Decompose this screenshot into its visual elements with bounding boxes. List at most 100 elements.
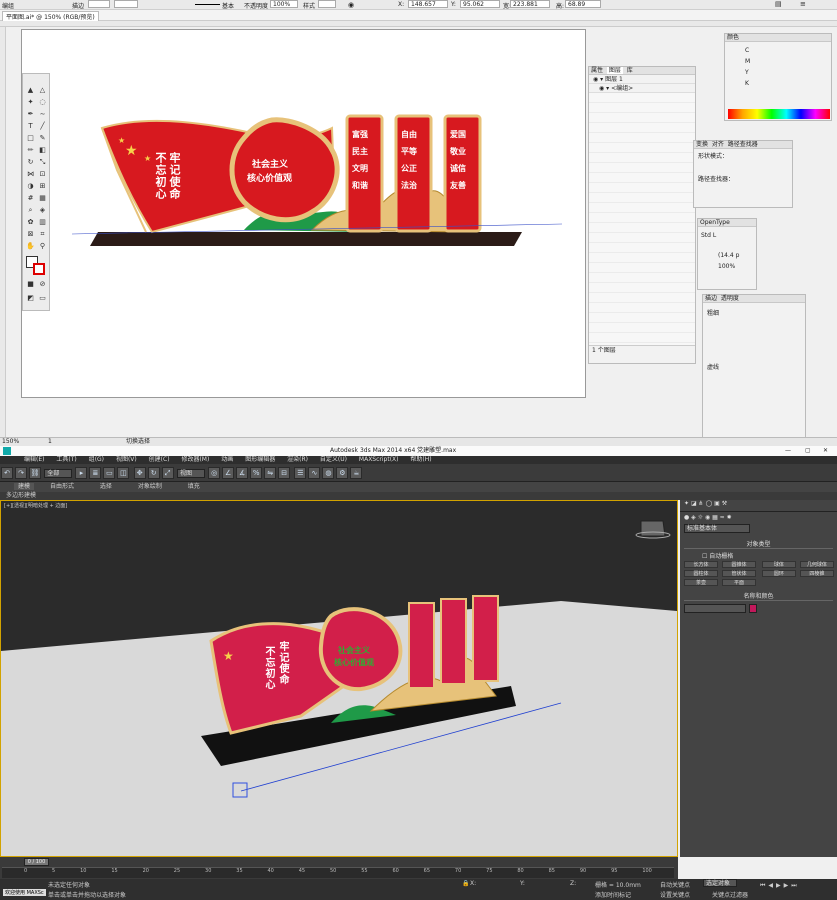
curve-editor-icon[interactable]: ∿ bbox=[308, 467, 321, 479]
pencil-icon[interactable]: ✏ bbox=[26, 146, 35, 155]
viewport-label[interactable]: [+][透视][明暗处理 + 边面] bbox=[4, 502, 67, 509]
name-color-title[interactable]: 名称和颜色 bbox=[684, 591, 833, 601]
menu-create[interactable]: 创建(C) bbox=[149, 456, 170, 464]
pivot-icon[interactable]: ◎ bbox=[208, 467, 221, 479]
material-editor-icon[interactable]: ◍ bbox=[322, 467, 335, 479]
group-row[interactable]: ◉ ▾ <编组> bbox=[589, 84, 695, 93]
opentype-tab[interactable]: OpenType bbox=[698, 219, 756, 227]
window-cross-icon[interactable]: ◫ bbox=[117, 467, 130, 479]
geosphere-button[interactable]: 几何球体 bbox=[799, 561, 834, 568]
line-icon[interactable]: ╱ bbox=[38, 122, 47, 131]
set-key-label[interactable]: 设置关键点 bbox=[660, 890, 690, 899]
select-icon[interactable]: ▸ bbox=[75, 467, 88, 479]
brush-icon[interactable]: ✎ bbox=[38, 134, 47, 143]
width-icon[interactable]: ⋈ bbox=[26, 170, 35, 179]
menu-edit[interactable]: 编辑(E) bbox=[24, 456, 44, 464]
eraser-icon[interactable]: ◧ bbox=[38, 146, 47, 155]
undo-icon[interactable]: ↶ bbox=[1, 467, 13, 479]
percent-snap-icon[interactable]: % bbox=[250, 467, 263, 479]
eyedropper-icon[interactable]: ⌕ bbox=[26, 206, 35, 215]
shape-builder-icon[interactable]: ◑ bbox=[26, 182, 35, 191]
perspective-icon[interactable]: ⊞ bbox=[38, 182, 47, 191]
menu-icon[interactable]: ≡ bbox=[800, 0, 806, 8]
dash-label[interactable]: 虚线 bbox=[703, 322, 805, 371]
tab-object-paint[interactable]: 对象绘制 bbox=[138, 483, 162, 490]
minimize-icon[interactable]: — bbox=[785, 446, 791, 456]
slice-icon[interactable]: ⌗ bbox=[38, 230, 47, 239]
opacity-field[interactable]: 100% bbox=[270, 0, 298, 8]
menu-help[interactable]: 帮助(H) bbox=[410, 456, 431, 464]
tab-align[interactable]: 对齐 bbox=[712, 141, 724, 148]
h-field[interactable]: 68.89 bbox=[565, 0, 601, 8]
symbol-icon[interactable]: ✿ bbox=[26, 218, 35, 227]
blend-icon[interactable]: ◈ bbox=[38, 206, 47, 215]
key-mode-dropdown[interactable]: 选定对象 bbox=[703, 879, 737, 887]
y-field[interactable]: 95.062 bbox=[460, 0, 500, 8]
object-type-title[interactable]: 对象类型 bbox=[684, 539, 833, 549]
move-icon[interactable]: ✥ bbox=[133, 467, 146, 479]
max-logo-icon[interactable] bbox=[3, 447, 11, 455]
tab-pathfinder[interactable]: 路径查找器 bbox=[728, 141, 758, 148]
tab-stroke[interactable]: 描边 bbox=[705, 295, 717, 302]
create-tab-icon[interactable]: ✦ bbox=[684, 500, 689, 507]
none-icon[interactable]: ⊘ bbox=[38, 280, 47, 289]
type-icon[interactable]: T bbox=[26, 122, 35, 131]
globe-icon[interactable]: ◉ bbox=[348, 1, 354, 9]
close-icon[interactable]: ✕ bbox=[823, 446, 828, 456]
modify-tab-icon[interactable]: ◪ bbox=[691, 500, 697, 507]
snap-icon[interactable]: ∠ bbox=[222, 467, 235, 479]
rect-select-icon[interactable]: ▭ bbox=[103, 467, 116, 479]
selection-filter[interactable]: 全部 bbox=[44, 468, 73, 478]
tab-properties[interactable]: 属性 bbox=[591, 67, 603, 74]
plane-button[interactable]: 平面 bbox=[722, 579, 756, 586]
layer-manager-icon[interactable]: ☰ bbox=[294, 467, 307, 479]
menu-animation[interactable]: 动画 bbox=[221, 456, 233, 464]
hand-icon[interactable]: ✋ bbox=[26, 242, 35, 251]
rotate-icon[interactable]: ↻ bbox=[26, 158, 35, 167]
direct-select-icon[interactable]: △ bbox=[38, 86, 47, 95]
link-icon[interactable]: ⛓ bbox=[29, 467, 41, 479]
free-transform-icon[interactable]: ⊡ bbox=[38, 170, 47, 179]
tab-freeform[interactable]: 自由形式 bbox=[50, 483, 74, 490]
scale-icon[interactable]: ⤡ bbox=[38, 158, 47, 167]
sublayer-list[interactable] bbox=[589, 93, 695, 345]
y-coord-field[interactable]: Y: bbox=[520, 880, 525, 887]
pen-icon[interactable]: ✒ bbox=[26, 110, 35, 119]
stroke-field[interactable] bbox=[88, 0, 110, 8]
layer-row[interactable]: ◉ ▾ 图层 1 bbox=[589, 75, 695, 84]
view-dropdown[interactable]: 视图 bbox=[176, 468, 205, 478]
auto-key-label[interactable]: 自动关键点 bbox=[660, 880, 690, 889]
tab-transform[interactable]: 变换 bbox=[696, 141, 708, 148]
hierarchy-tab-icon[interactable]: ⋔ bbox=[699, 500, 704, 507]
perspective-viewport[interactable]: ★ [+][透视][明暗处理 + 边面] 不忘初心 牢记使命 社会主义 核心价值… bbox=[0, 500, 678, 857]
menu-rendering[interactable]: 渲染(R) bbox=[287, 456, 308, 464]
tab-modeling[interactable]: 建模 bbox=[14, 483, 35, 490]
poly-modeling-label[interactable]: 多边形建模 bbox=[6, 492, 36, 499]
eye-icon[interactable]: ◉ bbox=[593, 76, 598, 83]
magic-wand-icon[interactable]: ✦ bbox=[26, 98, 35, 107]
key-filters-button[interactable]: 关键点过滤器 bbox=[712, 890, 748, 899]
stroke-dropdown[interactable] bbox=[114, 0, 138, 8]
rotate-tool-icon[interactable]: ↻ bbox=[147, 467, 160, 479]
color-sliders[interactable]: C M Y K bbox=[725, 42, 831, 89]
rectangle-icon[interactable]: □ bbox=[26, 134, 35, 143]
tab-selection[interactable]: 选择 bbox=[100, 483, 112, 490]
color-mode-icon[interactable]: ■ bbox=[26, 280, 35, 289]
menu-modifiers[interactable]: 修改器(M) bbox=[181, 456, 209, 464]
select-by-name-icon[interactable]: ≣ bbox=[89, 467, 102, 479]
autogrid-checkbox[interactable]: ☐ 自动栅格 bbox=[702, 551, 837, 560]
torus-button[interactable]: 圆环 bbox=[761, 570, 796, 577]
pyramid-button[interactable]: 四棱锥 bbox=[799, 570, 834, 577]
menu-tools[interactable]: 工具(T) bbox=[56, 456, 76, 464]
font-size[interactable]: (14.4 p bbox=[698, 244, 756, 259]
box-button[interactable]: 长方体 bbox=[684, 561, 718, 568]
sphere-button[interactable]: 球体 bbox=[761, 561, 796, 568]
playback-controls[interactable]: ⏮◀▶▶⏭ bbox=[760, 882, 800, 890]
redo-icon[interactable]: ↷ bbox=[15, 467, 27, 479]
artboard-icon[interactable]: ⊠ bbox=[26, 230, 35, 239]
screen-mode-icon[interactable]: ▭ bbox=[38, 294, 47, 303]
menu-maxscript[interactable]: MAXScript(X) bbox=[359, 456, 399, 464]
font-scale[interactable]: 100% bbox=[698, 259, 756, 270]
menu-graph-editors[interactable]: 图形编辑器 bbox=[245, 456, 275, 464]
menu-customize[interactable]: 自定义(U) bbox=[320, 456, 347, 464]
